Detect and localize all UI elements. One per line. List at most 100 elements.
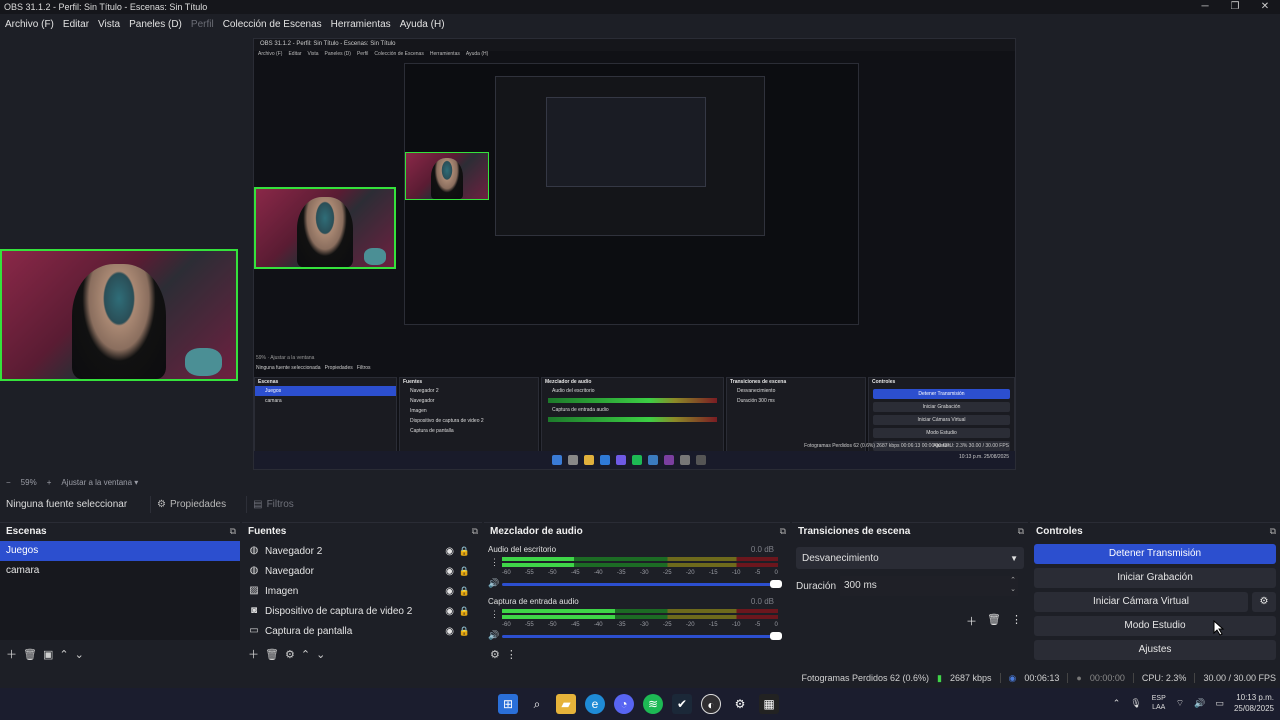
eye-icon[interactable]: ◉ [445, 546, 454, 557]
lock-icon[interactable]: 🔒 [459, 586, 470, 597]
nested-status: Fotogramas Perdidos 62 (0.6%) 2687 kbps … [804, 443, 1009, 449]
zoom-minus-button[interactable]: − [6, 478, 11, 487]
battery-icon[interactable]: ▭ [1215, 698, 1224, 709]
add-scene-icon[interactable]: ＋ [6, 646, 17, 662]
lock-icon[interactable]: 🔒 [459, 606, 470, 617]
channel-menu-icon[interactable]: ⋮ [490, 557, 499, 568]
settings-button[interactable]: Ajustes [1034, 640, 1276, 660]
start-virtual-camera-button[interactable]: Iniciar Cámara Virtual [1034, 592, 1248, 612]
scene-item-juegos[interactable]: Juegos [0, 541, 240, 561]
remove-transition-icon[interactable]: 🗑 [987, 613, 1001, 629]
volume-icon[interactable]: 🔊 [1194, 698, 1205, 709]
eye-icon[interactable]: ◉ [445, 586, 454, 597]
properties-button[interactable]: ⚙ Propiedades [150, 495, 232, 513]
undock-icon[interactable]: ⧉ [230, 526, 236, 537]
undock-icon[interactable]: ⧉ [1270, 526, 1276, 537]
controls-dock: Controles ⧉ Detener Transmisión Iniciar … [1030, 522, 1280, 666]
scene-item-camara[interactable]: camara [0, 561, 240, 581]
minimize-button[interactable]: ─ [1190, 0, 1220, 14]
lock-icon[interactable]: 🔒 [459, 626, 470, 637]
spin-arrows-icon[interactable]: ⌃ ⌄ [1010, 576, 1016, 594]
spotify-icon[interactable]: ≋ [643, 694, 663, 714]
remove-source-icon[interactable]: 🗑 [265, 648, 279, 661]
remove-scene-icon[interactable]: 🗑 [23, 648, 37, 661]
gear-icon: ⚙ [1259, 596, 1269, 607]
undock-icon[interactable]: ⧉ [1018, 526, 1024, 537]
wifi-icon[interactable]: ⌔ [1176, 698, 1184, 709]
undock-icon[interactable]: ⧉ [472, 526, 478, 537]
transition-select[interactable]: Desvanecimiento ▼ [796, 547, 1024, 569]
search-icon[interactable]: ⌕ [527, 694, 547, 714]
menu-coleccion-escenas[interactable]: Colección de Escenas [223, 19, 322, 30]
stop-stream-button[interactable]: Detener Transmisión [1034, 544, 1276, 564]
add-source-icon[interactable]: ＋ [248, 646, 259, 662]
speaker-icon[interactable]: 🔊 [488, 578, 499, 589]
close-button[interactable]: ✕ [1250, 0, 1280, 14]
source-properties-icon[interactable]: ⚙ [285, 648, 295, 661]
language-indicator[interactable]: ESP LAA [1152, 694, 1166, 712]
speaker-icon[interactable]: 🔊 [488, 630, 499, 641]
move-up-icon[interactable]: ⌃ [301, 648, 310, 661]
menu-vista[interactable]: Vista [98, 19, 120, 30]
stream-time: 00:06:13 [1024, 673, 1060, 683]
move-up-icon[interactable]: ⌃ [59, 648, 68, 661]
transition-menu-icon[interactable]: ⋮ [1011, 613, 1022, 629]
app-icon[interactable]: ▦ [759, 694, 779, 714]
studio-mode-button[interactable]: Modo Estudio [1034, 616, 1276, 636]
obs-icon[interactable]: ◐ [701, 694, 721, 714]
eye-icon[interactable]: ◉ [445, 566, 454, 577]
source-item[interactable]: ◍ Navegador 2 ◉ 🔒 [242, 541, 482, 561]
screen-capture-source[interactable]: OBS 31.1.2 - Perfil: Sin Título - Escena… [253, 38, 1016, 470]
file-explorer-icon[interactable]: ▰ [556, 694, 576, 714]
scenes-list: Juegos camara [0, 541, 240, 640]
record-icon: ● [1076, 673, 1082, 683]
chevron-up-icon[interactable]: ⌃ [1113, 698, 1121, 709]
channel-menu-icon[interactable]: ⋮ [490, 609, 499, 620]
volume-slider[interactable] [502, 632, 782, 640]
zoom-plus-button[interactable]: + [47, 478, 52, 487]
webcam-source[interactable] [0, 249, 238, 381]
add-transition-icon[interactable]: ＋ [966, 613, 977, 629]
mixer-settings-icon[interactable]: ⚙ [490, 648, 500, 661]
windows-start-icon[interactable]: ⊞ [498, 694, 518, 714]
eye-icon[interactable]: ◉ [445, 606, 454, 617]
edge-icon[interactable]: e [585, 694, 605, 714]
zoom-fit-select[interactable]: Ajustar a la ventana ▾ [61, 478, 138, 487]
clock[interactable]: 10:13 p.m. 25/08/2025 [1234, 692, 1274, 714]
menu-editar[interactable]: Editar [63, 19, 89, 30]
virtual-camera-settings-button[interactable]: ⚙ [1252, 592, 1276, 612]
menu-perfil[interactable]: Perfil [191, 19, 214, 30]
scenes-dock: Escenas ⧉ Juegos camara ＋ 🗑 ▣ ⌃ ⌄ [0, 522, 240, 666]
steam-icon[interactable]: ✔ [672, 694, 692, 714]
lock-icon[interactable]: 🔒 [459, 546, 470, 557]
source-item[interactable]: ▭ Captura de pantalla ◉ 🔒 [242, 621, 482, 641]
menu-paneles[interactable]: Paneles (D) [129, 19, 182, 30]
discord-icon[interactable]: ◔ [614, 694, 634, 714]
zoom-bar: − 59% + Ajustar a la ventana ▾ [0, 475, 138, 489]
volume-knob[interactable] [770, 632, 782, 640]
start-recording-button[interactable]: Iniciar Grabación [1034, 568, 1276, 588]
menu-archivo[interactable]: Archivo (F) [5, 19, 54, 30]
duration-input[interactable]: 300 ms ⌃ ⌄ [840, 576, 1018, 596]
eye-icon[interactable]: ◉ [445, 626, 454, 637]
maximize-button[interactable]: ❐ [1220, 0, 1250, 14]
transitions-title: Transiciones de escena [798, 525, 911, 537]
filters-button[interactable]: ▤ Filtros [246, 495, 300, 513]
lock-icon[interactable]: 🔒 [459, 566, 470, 577]
undock-icon[interactable]: ⧉ [780, 526, 786, 537]
move-down-icon[interactable]: ⌄ [75, 648, 84, 661]
scene-filters-icon[interactable]: ▣ [43, 648, 53, 661]
menu-ayuda[interactable]: Ayuda (H) [400, 19, 445, 30]
mixer-menu-icon[interactable]: ⋮ [506, 648, 517, 661]
channel-db: 0.0 dB [750, 597, 774, 606]
source-item[interactable]: ▨ Imagen ◉ 🔒 [242, 581, 482, 601]
nested-title: OBS 31.1.2 - Perfil: Sin Título - Escena… [254, 39, 1015, 51]
mic-icon[interactable]: 🎙 [1130, 698, 1141, 709]
volume-slider[interactable] [502, 580, 782, 588]
move-down-icon[interactable]: ⌄ [316, 648, 325, 661]
volume-knob[interactable] [770, 580, 782, 588]
source-item[interactable]: ◙ Dispositivo de captura de video 2 ◉ 🔒 [242, 601, 482, 621]
source-item[interactable]: ◍ Navegador ◉ 🔒 [242, 561, 482, 581]
settings-icon[interactable]: ⚙ [730, 694, 750, 714]
menu-herramientas[interactable]: Herramientas [331, 19, 391, 30]
